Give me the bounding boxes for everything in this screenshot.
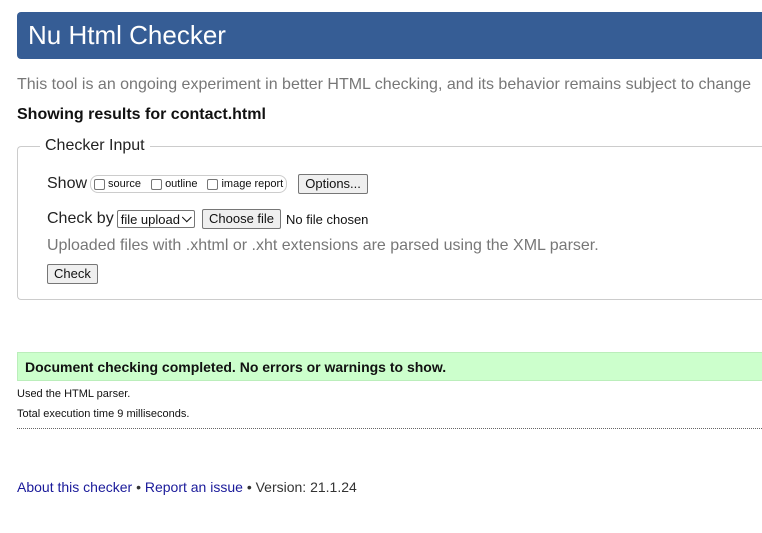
dotted-divider <box>17 428 762 429</box>
xml-parser-hint: Uploaded files with .xhtml or .xht exten… <box>47 237 599 254</box>
checker-input-fieldset: Checker Input Show source outline image … <box>17 137 762 300</box>
check-by-label: Check by <box>47 210 114 227</box>
footer-separator-2: • <box>246 479 252 495</box>
page: Nu Html Checker This tool is an ongoing … <box>0 0 762 533</box>
footer-separator-1: • <box>136 479 141 495</box>
execution-time-info: Total execution time 9 milliseconds. <box>17 408 190 420</box>
footer: About this checker • Report an issue • V… <box>17 479 357 495</box>
show-label: Show <box>47 175 88 192</box>
show-image-report-checkbox[interactable] <box>207 178 219 190</box>
check-by-select[interactable]: file upload <box>116 210 195 228</box>
show-source-option[interactable]: source <box>94 178 141 190</box>
success-message-box: Document checking completed. No errors o… <box>17 352 762 381</box>
show-row: Show source outline image report Options… <box>47 174 368 194</box>
check-by-selected-value[interactable]: file upload <box>121 212 180 227</box>
check-by-row: Check by file upload Choose file No file… <box>47 209 368 229</box>
show-outline-option[interactable]: outline <box>151 178 197 190</box>
options-button[interactable]: Options... <box>298 174 368 194</box>
page-title: Nu Html Checker <box>28 20 226 50</box>
show-source-checkbox[interactable] <box>94 178 106 190</box>
show-source-label[interactable]: source <box>108 178 141 190</box>
check-button[interactable]: Check <box>47 264 98 284</box>
check-button-wrapper: Check <box>47 264 98 284</box>
showing-results-heading: Showing results for contact.html <box>17 106 266 123</box>
page-header: Nu Html Checker <box>17 12 762 59</box>
choose-file-button[interactable]: Choose file <box>201 209 282 229</box>
tagline: This tool is an ongoing experiment in be… <box>17 76 752 93</box>
show-image-report-option[interactable]: image report <box>207 178 283 190</box>
version-text: Version: 21.1.24 <box>255 479 357 495</box>
show-outline-checkbox[interactable] <box>151 178 163 190</box>
show-image-report-label[interactable]: image report <box>221 178 283 190</box>
success-message: Document checking completed. No errors o… <box>25 359 447 375</box>
report-issue-link[interactable]: Report an issue <box>145 479 243 495</box>
about-checker-link[interactable]: About this checker <box>17 479 132 495</box>
file-status-text: No file chosen <box>286 211 369 227</box>
show-outline-label[interactable]: outline <box>165 178 197 190</box>
show-options-group: source outline image report <box>90 175 288 193</box>
checker-input-legend: Checker Input <box>40 137 150 155</box>
chevron-down-icon[interactable] <box>181 211 192 222</box>
parser-info: Used the HTML parser. <box>17 388 131 400</box>
